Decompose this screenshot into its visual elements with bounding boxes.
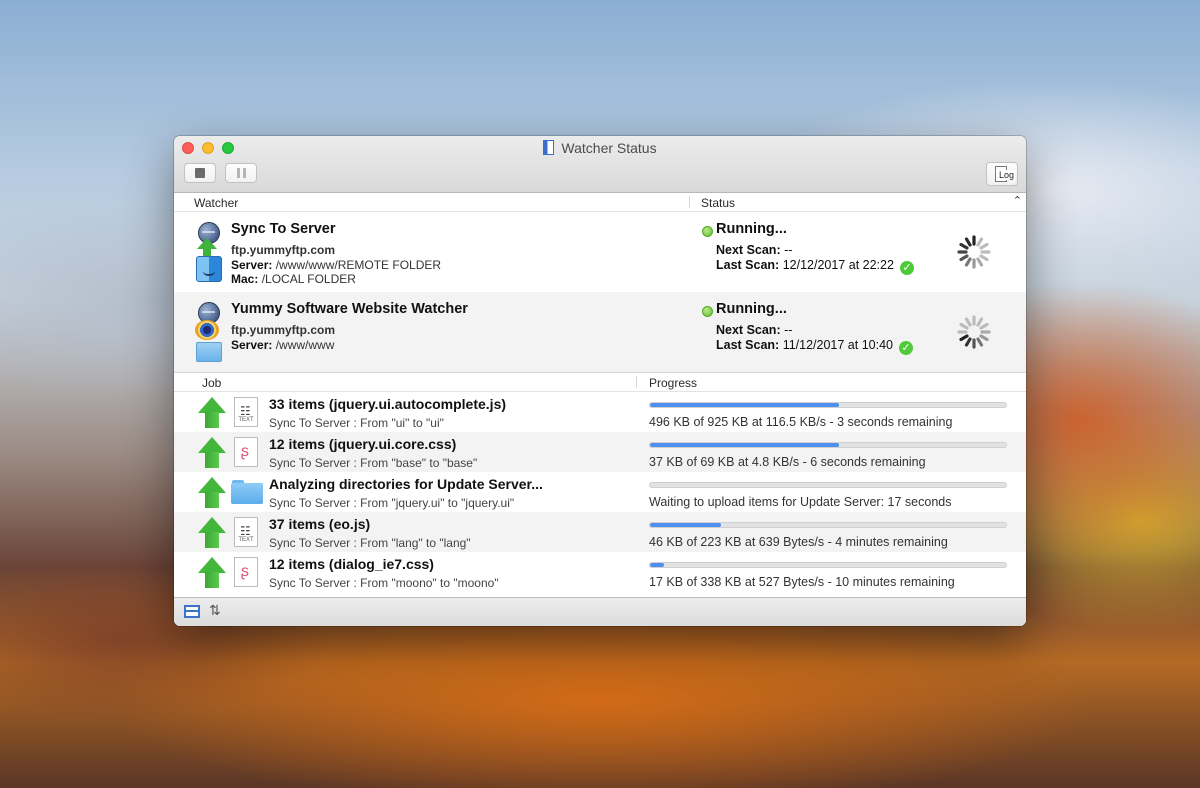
watcher-status: Running... [716,301,787,317]
status-indicator-icon [702,306,713,317]
progress-bar [649,482,1007,488]
job-row[interactable]: ☷ TEXT 33 items (jquery.ui.autocomplete.js… [174,392,1026,432]
layout-toggle-icon[interactable] [184,605,200,618]
job-list: ☷ TEXT 33 items (jquery.ui.autocomplete.js… [174,392,1026,592]
job-title: 12 items (jquery.ui.core.css) [269,436,457,452]
status-indicator-icon [702,226,713,237]
eye-icon [195,320,219,340]
progress-fill [650,403,839,407]
job-title: 37 items (eo.js) [269,516,371,532]
progress-fill [650,443,839,447]
job-subtitle: Sync To Server : From "lang" to "lang" [269,536,471,550]
job-subtitle: Sync To Server : From "base" to "base" [269,456,478,470]
activity-spinner-icon [957,315,991,349]
next-scan: Next Scan: -- [716,323,793,337]
stop-icon [195,168,205,178]
watcher-host: ftp.yummyftp.com [231,243,336,257]
job-row[interactable]: ʂ 12 items (dialog_ie7.css) Sync To Server… [174,552,1026,592]
progress-bar [649,402,1007,408]
footer-bar: ⇅ [174,597,1026,626]
next-scan: Next Scan: -- [716,243,793,257]
checkmark-icon: ✓ [899,261,914,275]
job-subtitle: Sync To Server : From "moono" to "moono" [269,576,499,590]
progress-text: 37 KB of 69 KB at 4.8 KB/s - 6 seconds r… [649,455,926,469]
stop-button[interactable] [184,163,216,183]
watcher-host: ftp.yummyftp.com [231,323,336,337]
transfer-direction-icon[interactable]: ⇅ [209,602,221,619]
watcher-name: Sync To Server [231,221,336,237]
watcher-status: Running... [716,221,787,237]
job-title: Analyzing directories for Update Server.… [269,476,543,492]
text-file-icon: ☷ TEXT [234,517,258,547]
watcher-status-window: Watcher Status Log Watcher Status ⌃ Sync… [174,136,1026,626]
upload-arrow-icon [198,437,226,469]
column-header-progress[interactable]: Progress [649,376,697,390]
watcher-table-header: Watcher Status ⌃ [174,193,1026,212]
activity-spinner-icon [957,235,991,269]
css-file-icon: ʂ [234,437,258,467]
job-subtitle: Sync To Server : From "jquery.ui" to "jq… [269,496,515,510]
toolbar: Watcher Status Log [174,136,1026,193]
last-scan: Last Scan: 12/12/2017 at 22:22 ✓ [716,258,914,275]
watcher-row[interactable]: Yummy Software Website Watcher ftp.yummy… [174,292,1026,372]
progress-text: 46 KB of 223 KB at 639 Bytes/s - 4 minut… [649,535,948,549]
text-file-icon: ☷ TEXT [234,397,258,427]
upload-arrow-icon [198,397,226,429]
log-button-label: Log [998,170,1016,180]
document-icon [543,140,555,155]
watcher-name: Yummy Software Website Watcher [231,301,468,317]
folder-icon [196,342,222,362]
upload-arrow-icon [198,477,226,509]
watcher-server-line: Server: /www/www [231,338,335,352]
finder-icon [196,256,222,282]
upload-arrow-icon [198,517,226,549]
watcher-mac-line: Mac: /LOCAL FOLDER [231,272,356,286]
last-scan: Last Scan: 11/12/2017 at 10:40 ✓ [716,338,913,355]
column-header-status[interactable]: Status [701,196,735,210]
job-table-header: Job Progress [174,372,1026,392]
job-title: 12 items (dialog_ie7.css) [269,556,434,572]
progress-text: 496 KB of 925 KB at 116.5 KB/s - 3 secon… [649,415,953,429]
column-header-watcher[interactable]: Watcher [194,196,238,210]
watcher-icons [194,300,224,364]
watcher-icons [194,220,224,284]
progress-fill [650,563,665,567]
folder-icon [231,480,263,504]
sort-ascending-icon[interactable]: ⌃ [1013,194,1022,207]
log-button[interactable]: Log [986,162,1018,186]
window-title-text: Watcher Status [561,140,657,156]
watcher-server-line: Server: /www/www/REMOTE FOLDER [231,258,442,272]
job-subtitle: Sync To Server : From "ui" to "ui" [269,416,444,430]
job-row[interactable]: ☷ TEXT 37 items (eo.js) Sync To Server : Fr… [174,512,1026,552]
css-file-icon: ʂ [234,557,258,587]
job-title: 33 items (jquery.ui.autocomplete.js) [269,396,507,412]
progress-bar [649,442,1007,448]
progress-text: 17 KB of 338 KB at 527 Bytes/s - 10 minu… [649,575,955,589]
window-title: Watcher Status [174,139,1026,157]
job-row[interactable]: Analyzing directories for Update Server.… [174,472,1026,512]
pause-button[interactable] [225,163,257,183]
pause-icon [236,168,246,178]
column-header-job[interactable]: Job [202,376,221,390]
progress-text: Waiting to upload items for Update Serve… [649,495,952,509]
checkmark-icon: ✓ [899,341,913,355]
progress-bar [649,522,1007,528]
progress-bar [649,562,1007,568]
progress-fill [650,523,722,527]
upload-arrow-icon [198,557,226,589]
job-row[interactable]: ʂ 12 items (jquery.ui.core.css) Sync To Se… [174,432,1026,472]
watcher-row[interactable]: Sync To Server ftp.yummyftp.com Server: … [174,212,1026,292]
